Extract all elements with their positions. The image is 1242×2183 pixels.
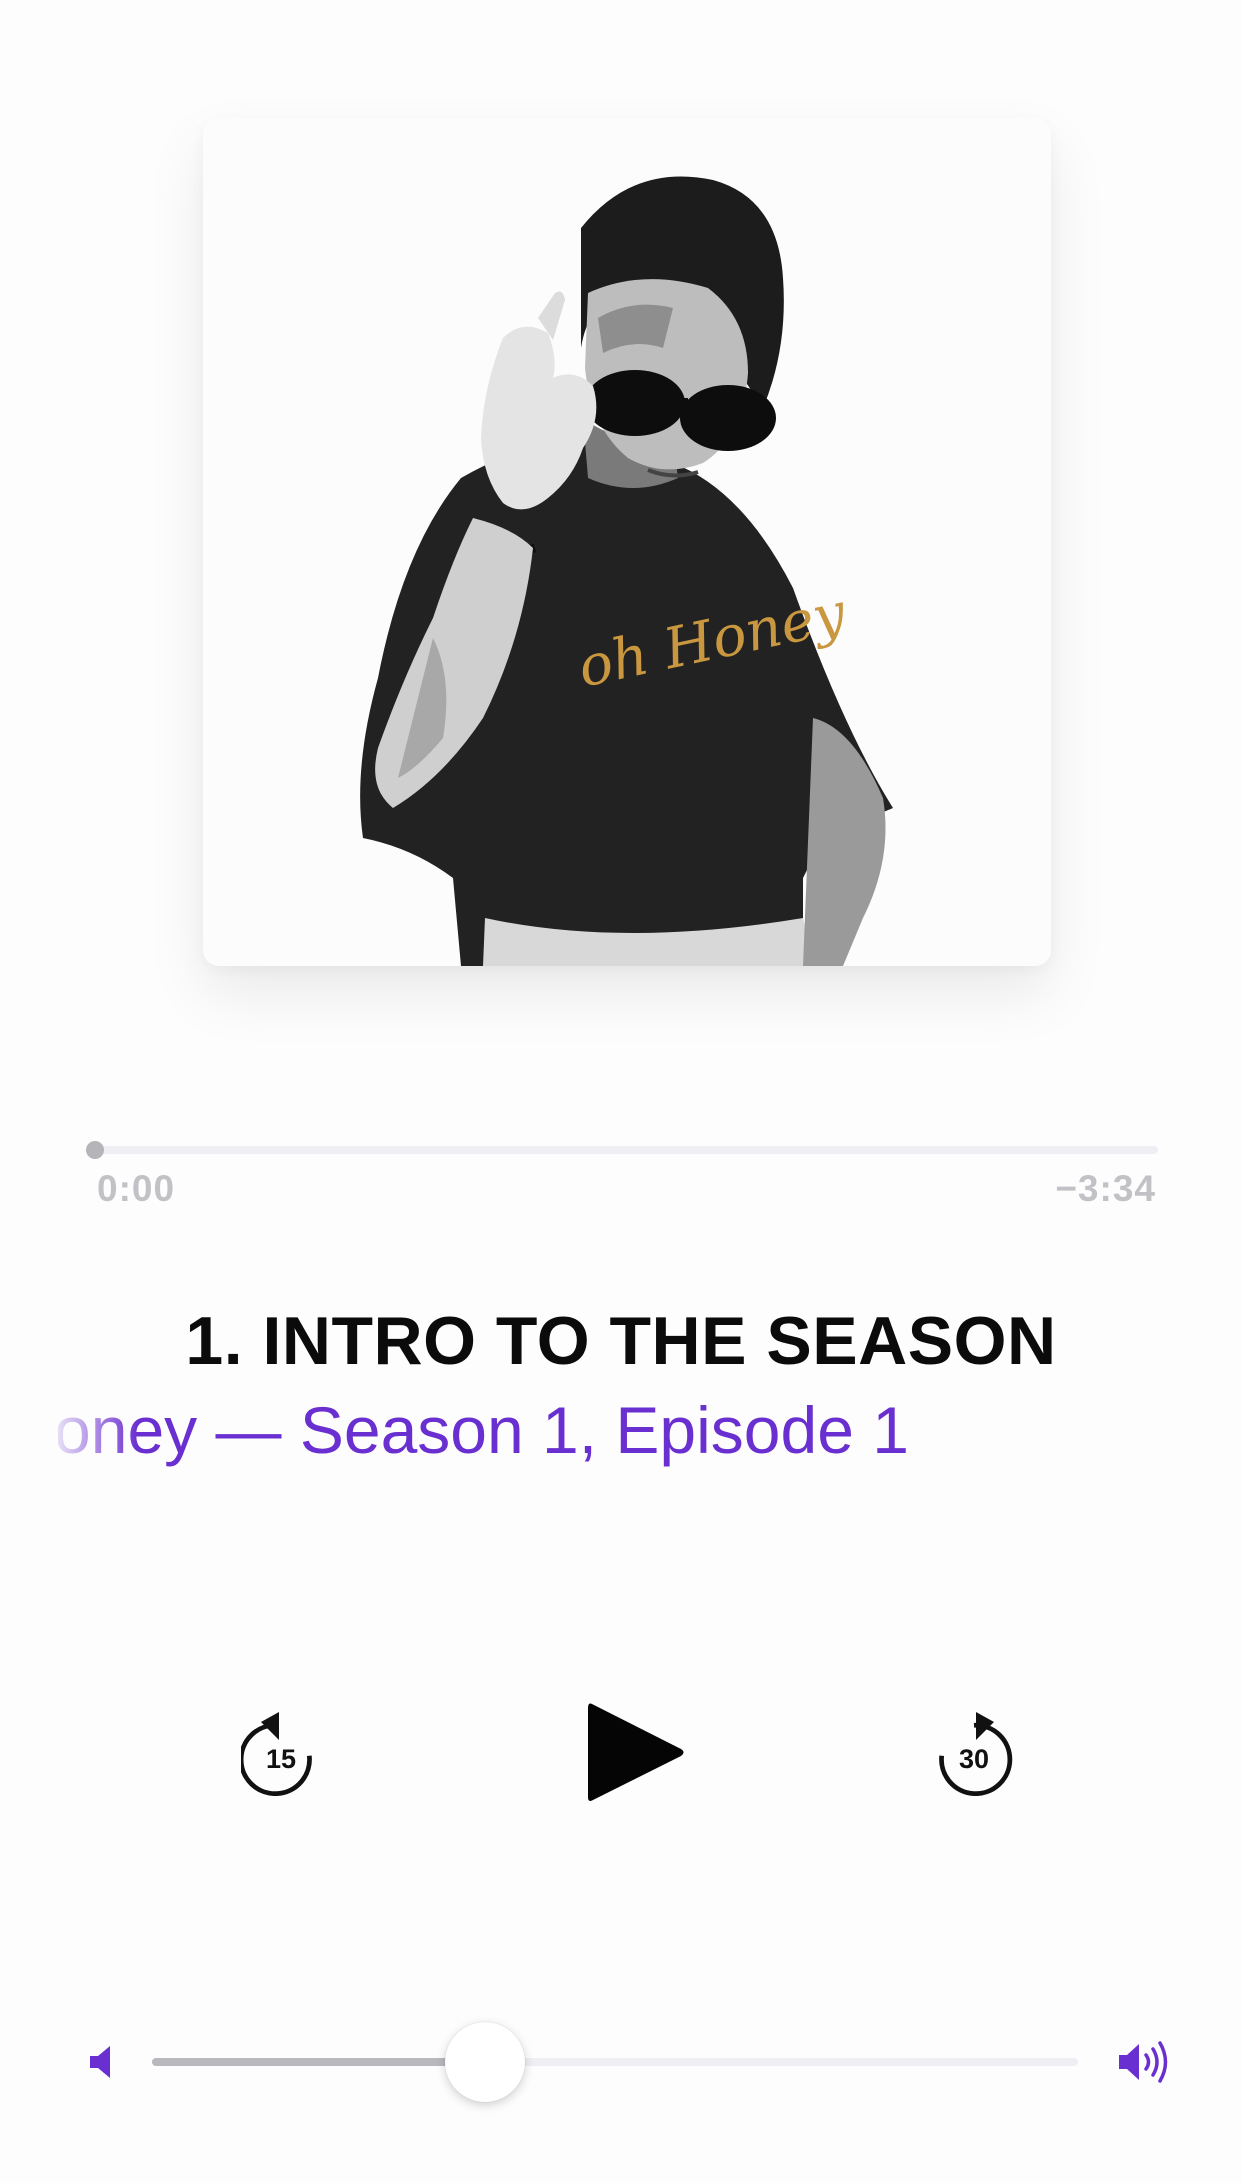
skip-back-15-button[interactable]: 15 <box>241 1706 321 1796</box>
skip-back-label: 15 <box>265 1744 297 1774</box>
elapsed-time: 0:00 <box>97 1168 176 1209</box>
volume-fill <box>152 2058 486 2066</box>
play-icon <box>588 1703 684 1801</box>
volume-slider[interactable] <box>152 2022 1078 2102</box>
skip-forward-30-button[interactable]: 30 <box>934 1706 1014 1796</box>
now-playing-screen: oh Honey 0:00 −3:34 1. INTRO TO THE SEAS… <box>0 0 1242 2183</box>
scrubber-track <box>90 1146 1158 1154</box>
episode-title: 1. INTRO TO THE SEASON <box>185 1303 1057 1379</box>
volume-knob[interactable] <box>445 2022 526 2102</box>
episode-subtitle-marquee[interactable]: Oh Honey — Season 1, Episode 1 <box>58 1392 1188 1482</box>
remaining-time: −3:34 <box>1055 1168 1156 1209</box>
episode-subtitle: Oh Honey — Season 1, Episode 1 <box>58 1393 909 1467</box>
play-button[interactable] <box>586 1700 686 1805</box>
skip-forward-label: 30 <box>958 1744 990 1774</box>
playback-scrubber[interactable] <box>86 1141 1158 1159</box>
episode-artwork: oh Honey <box>203 118 1051 966</box>
speaker-low-icon[interactable] <box>88 2044 118 2080</box>
scrubber-knob[interactable] <box>86 1141 104 1159</box>
speaker-high-icon[interactable] <box>1117 2040 1171 2084</box>
